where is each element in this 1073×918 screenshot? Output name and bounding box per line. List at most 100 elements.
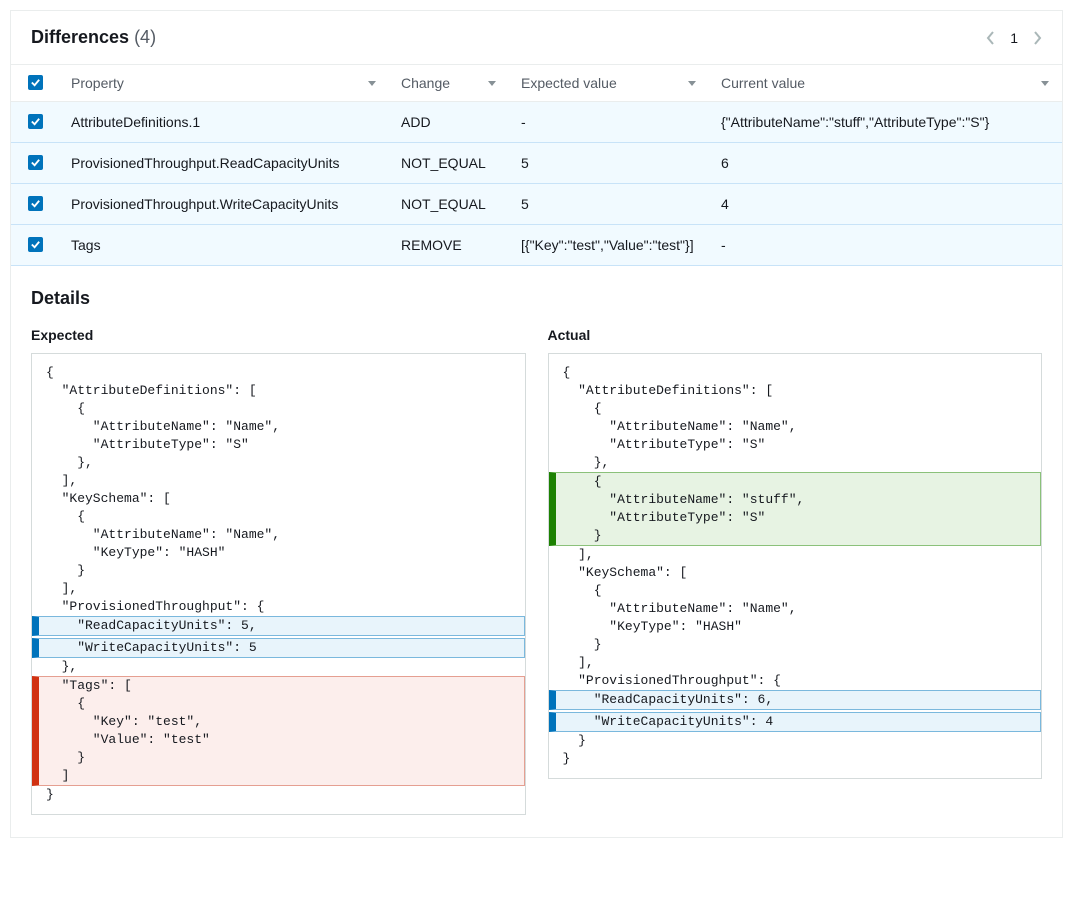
code-line: {: [39, 695, 524, 713]
table-row[interactable]: TagsREMOVE[{"Key":"test","Value":"test"}…: [11, 225, 1062, 266]
code-line: "KeySchema": [: [549, 564, 1042, 582]
differences-panel: Differences (4) 1: [10, 10, 1063, 838]
actual-label: Actual: [548, 327, 1043, 343]
title-count: (4): [134, 27, 156, 47]
code-line: "ReadCapacityUnits": 5,: [39, 617, 524, 635]
diff-highlight-blue: "WriteCapacityUnits": 5: [32, 638, 525, 658]
col-change[interactable]: Change: [389, 65, 509, 102]
cell-current: 6: [709, 143, 1062, 184]
code-line: ],: [32, 472, 525, 490]
details-title: Details: [11, 266, 1062, 327]
expected-code: { "AttributeDefinitions": [ { "Attribute…: [31, 353, 526, 815]
row-checkbox[interactable]: [28, 237, 43, 252]
cell-property: AttributeDefinitions.1: [59, 102, 389, 143]
panel-header: Differences (4) 1: [11, 11, 1062, 65]
code-line: "AttributeType": "S": [32, 436, 525, 454]
code-line: "AttributeDefinitions": [: [32, 382, 525, 400]
code-line: ]: [39, 767, 524, 785]
code-line: "AttributeName": "Name",: [549, 418, 1042, 436]
code-line: "AttributeType": "S": [556, 509, 1041, 527]
pager: 1: [986, 30, 1042, 46]
cell-change: ADD: [389, 102, 509, 143]
code-line: "Value": "test": [39, 731, 524, 749]
cell-expected: -: [509, 102, 709, 143]
code-line: }: [549, 732, 1042, 750]
sort-icon: [367, 75, 377, 91]
chevron-left-icon[interactable]: [986, 30, 996, 46]
code-line: "AttributeType": "S": [549, 436, 1042, 454]
row-checkbox[interactable]: [28, 155, 43, 170]
code-line: "Key": "test",: [39, 713, 524, 731]
cell-expected: [{"Key":"test","Value":"test"}]: [509, 225, 709, 266]
code-line: },: [549, 454, 1042, 472]
code-line: ],: [549, 546, 1042, 564]
code-line: "AttributeName": "Name",: [32, 526, 525, 544]
code-line: {: [549, 364, 1042, 382]
actual-column: Actual { "AttributeDefinitions": [ { "At…: [548, 327, 1043, 815]
code-line: {: [556, 473, 1041, 491]
actual-code: { "AttributeDefinitions": [ { "Attribute…: [548, 353, 1043, 779]
code-line: "KeyType": "HASH": [549, 618, 1042, 636]
diff-highlight-green: { "AttributeName": "stuff", "AttributeTy…: [549, 472, 1042, 546]
title-text: Differences: [31, 27, 129, 47]
diff-highlight-blue: "WriteCapacityUnits": 4: [549, 712, 1042, 732]
cell-property: ProvisionedThroughput.WriteCapacityUnits: [59, 184, 389, 225]
details-row: Expected { "AttributeDefinitions": [ { "…: [11, 327, 1062, 837]
code-line: "ReadCapacityUnits": 6,: [556, 691, 1041, 709]
code-line: "WriteCapacityUnits": 4: [556, 713, 1041, 731]
pager-page: 1: [1010, 30, 1018, 46]
code-line: {: [32, 508, 525, 526]
code-line: "AttributeName": "Name",: [32, 418, 525, 436]
code-line: "ProvisionedThroughput": {: [32, 598, 525, 616]
cell-property: Tags: [59, 225, 389, 266]
sort-icon: [487, 75, 497, 91]
table-row[interactable]: AttributeDefinitions.1ADD-{"AttributeNam…: [11, 102, 1062, 143]
code-line: "ProvisionedThroughput": {: [549, 672, 1042, 690]
code-line: }: [549, 636, 1042, 654]
table-body: AttributeDefinitions.1ADD-{"AttributeNam…: [11, 102, 1062, 266]
cell-current: -: [709, 225, 1062, 266]
code-line: }: [32, 562, 525, 580]
expected-label: Expected: [31, 327, 526, 343]
col-expected[interactable]: Expected value: [509, 65, 709, 102]
cell-current: 4: [709, 184, 1062, 225]
expected-column: Expected { "AttributeDefinitions": [ { "…: [31, 327, 526, 815]
panel-title: Differences (4): [31, 27, 156, 48]
diff-highlight-blue: "ReadCapacityUnits": 5,: [32, 616, 525, 636]
code-line: }: [39, 749, 524, 767]
code-line: "KeyType": "HASH": [32, 544, 525, 562]
cell-change: NOT_EQUAL: [389, 143, 509, 184]
row-checkbox[interactable]: [28, 114, 43, 129]
code-line: }: [549, 750, 1042, 768]
code-line: "AttributeName": "Name",: [549, 600, 1042, 618]
col-current[interactable]: Current value: [709, 65, 1062, 102]
diff-highlight-red: "Tags": [ { "Key": "test", "Value": "tes…: [32, 676, 525, 786]
chevron-right-icon[interactable]: [1032, 30, 1042, 46]
cell-property: ProvisionedThroughput.ReadCapacityUnits: [59, 143, 389, 184]
select-all-checkbox[interactable]: [28, 75, 43, 90]
row-checkbox[interactable]: [28, 196, 43, 211]
cell-change: REMOVE: [389, 225, 509, 266]
table-row[interactable]: ProvisionedThroughput.WriteCapacityUnits…: [11, 184, 1062, 225]
differences-table: Property Change Expected value Current v…: [11, 65, 1062, 266]
code-line: "AttributeDefinitions": [: [549, 382, 1042, 400]
cell-expected: 5: [509, 143, 709, 184]
diff-highlight-blue: "ReadCapacityUnits": 6,: [549, 690, 1042, 710]
col-property[interactable]: Property: [59, 65, 389, 102]
code-line: "WriteCapacityUnits": 5: [39, 639, 524, 657]
code-line: {: [32, 400, 525, 418]
code-line: },: [32, 454, 525, 472]
sort-icon: [687, 75, 697, 91]
code-line: "KeySchema": [: [32, 490, 525, 508]
code-line: {: [549, 400, 1042, 418]
cell-current: {"AttributeName":"stuff","AttributeType"…: [709, 102, 1062, 143]
code-line: "AttributeName": "stuff",: [556, 491, 1041, 509]
code-line: }: [32, 786, 525, 804]
code-line: ],: [549, 654, 1042, 672]
cell-expected: 5: [509, 184, 709, 225]
cell-change: NOT_EQUAL: [389, 184, 509, 225]
code-line: },: [32, 658, 525, 676]
code-line: }: [556, 527, 1041, 545]
table-row[interactable]: ProvisionedThroughput.ReadCapacityUnitsN…: [11, 143, 1062, 184]
code-line: ],: [32, 580, 525, 598]
